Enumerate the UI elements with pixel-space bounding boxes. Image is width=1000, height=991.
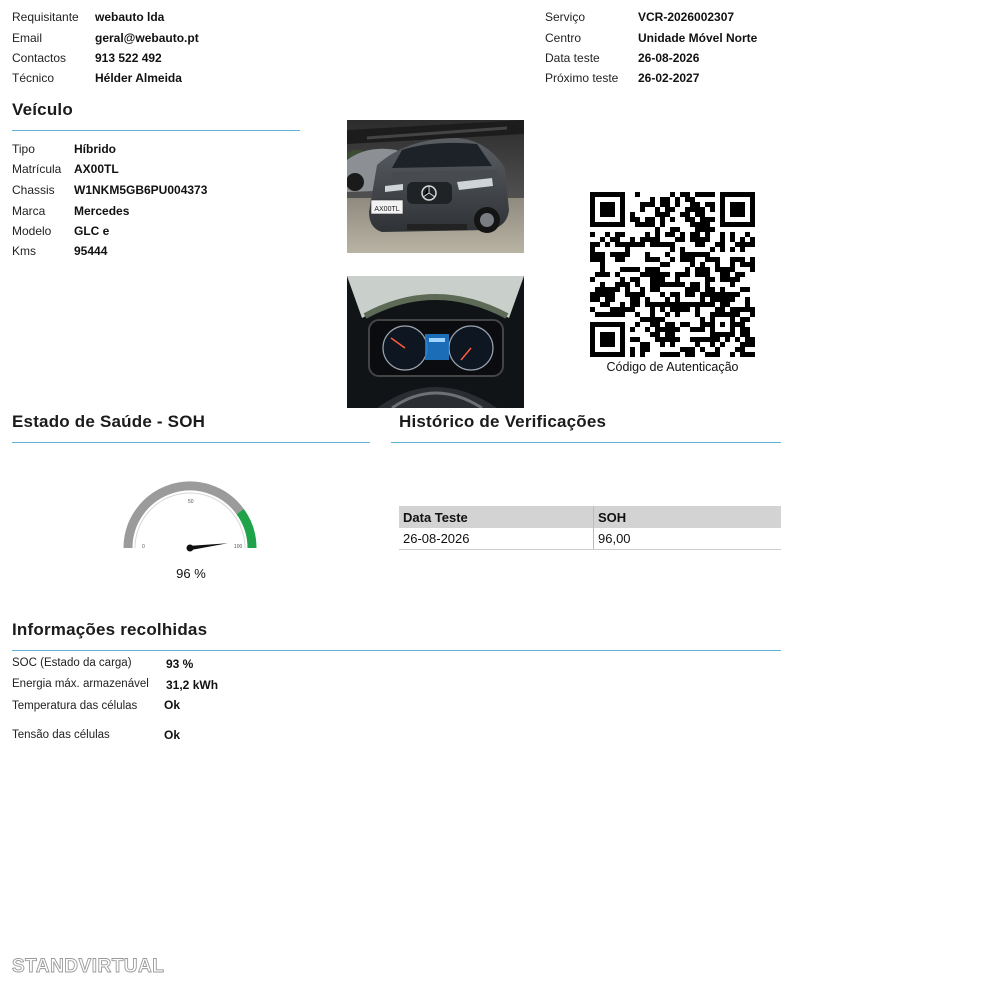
data-teste-value: 26-08-2026 [638, 51, 700, 65]
qr-code [590, 192, 755, 357]
history-title: Histórico de Verificações [399, 412, 607, 431]
table-row: 26-08-2026 96,00 [399, 528, 781, 550]
history-cell-soh: 96,00 [593, 528, 781, 550]
gauge-max-label: 100 [234, 544, 243, 550]
kms-label: Kms [12, 244, 36, 258]
history-col-date: Data Teste [399, 506, 594, 528]
kms-value: 95444 [74, 244, 108, 258]
gauge-min-label: 0 [142, 544, 145, 550]
tipo-value: Híbrido [74, 142, 116, 156]
history-table-header: Data Teste SOH [399, 506, 781, 528]
temperatura-value: Ok [164, 698, 181, 712]
tensao-value: Ok [164, 728, 181, 742]
soh-value-text: 96 % [176, 566, 206, 581]
svg-text:STANDVIRTUAL: STANDVIRTUAL [12, 956, 164, 977]
matricula-value: AX00TL [74, 162, 119, 176]
tensao-label: Tensão das células [12, 729, 110, 741]
watermark-logo: STANDVIRTUAL [10, 951, 172, 979]
temperatura-label: Temperatura das células [12, 700, 138, 712]
servico-value: VCR-2026002307 [638, 10, 735, 24]
requisitante-label: Requisitante [12, 10, 79, 24]
soc-value: 93 % [166, 657, 194, 671]
chassis-value: W1NKM5GB6PU004373 [74, 183, 208, 197]
modelo-value: GLC e [74, 224, 110, 238]
history-table: Data Teste SOH 26-08-2026 96,00 [399, 506, 781, 550]
tecnico-value: Hélder Almeida [95, 71, 182, 85]
marca-label: Marca [12, 204, 46, 218]
proximo-teste-label: Próximo teste [545, 71, 619, 85]
history-cell-date: 26-08-2026 [399, 528, 594, 550]
marca-value: Mercedes [74, 204, 130, 218]
matricula-label: Matrícula [12, 162, 62, 176]
history-table-wrap: Data Teste SOH 26-08-2026 96,00 [399, 506, 781, 550]
energia-value: 31,2 kWh [166, 678, 219, 692]
modelo-label: Modelo [12, 224, 52, 238]
vehicle-dashboard-photo [347, 276, 524, 408]
chassis-label: Chassis [12, 183, 55, 197]
vehicle-divider [12, 130, 300, 131]
proximo-teste-value: 26-02-2027 [638, 71, 700, 85]
tecnico-label: Técnico [12, 71, 55, 85]
soh-gauge: 0 50 100 [110, 470, 270, 565]
soh-title: Estado de Saúde - SOH [12, 412, 206, 431]
soh-divider [12, 442, 370, 443]
contactos-value: 913 522 492 [95, 51, 162, 65]
vehicle-exterior-photo: AX00TL [347, 120, 524, 253]
energia-label: Energia máx. armazenável [12, 678, 149, 690]
vehicle-title: Veículo [12, 100, 73, 119]
centro-value: Unidade Móvel Norte [638, 31, 758, 45]
requisitante-value: webauto lda [95, 10, 165, 24]
qr-caption: Código de Autenticação [606, 360, 739, 374]
gauge-hub [186, 544, 194, 552]
contactos-label: Contactos [12, 51, 67, 65]
info-divider [12, 650, 781, 651]
plate-text: AX00TL [374, 206, 399, 213]
soc-label: SOC (Estado da carga) [12, 657, 132, 669]
email-value: geral@webauto.pt [95, 31, 199, 45]
gauge-needle [189, 543, 228, 551]
centro-label: Centro [545, 31, 582, 45]
data-teste-label: Data teste [545, 51, 600, 65]
info-title: Informações recolhidas [12, 620, 208, 639]
gauge-mid-label: 50 [188, 499, 194, 505]
tipo-label: Tipo [12, 142, 35, 156]
servico-label: Serviço [545, 10, 586, 24]
email-label: Email [12, 31, 43, 45]
history-divider [391, 442, 781, 443]
history-col-soh: SOH [593, 506, 781, 528]
